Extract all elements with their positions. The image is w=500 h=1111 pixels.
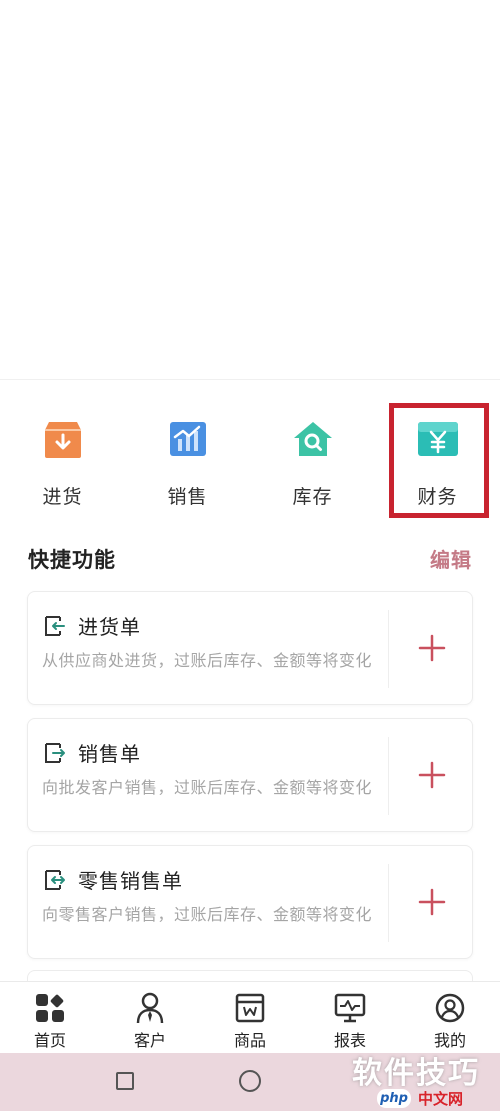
- tab-customer[interactable]: 客户: [100, 982, 200, 1054]
- goods-icon: [234, 992, 266, 1024]
- report-icon: [334, 992, 366, 1024]
- module-purchase-label: 进货: [42, 486, 83, 508]
- purchase-doc-icon: [44, 615, 66, 637]
- plus-icon: [418, 888, 446, 916]
- home-circle-icon[interactable]: [239, 1070, 261, 1092]
- tab-label: 商品: [233, 1031, 266, 1050]
- module-finance[interactable]: 财务: [375, 402, 500, 520]
- tab-report[interactable]: 报表: [300, 982, 400, 1054]
- card-divider: [388, 864, 389, 942]
- module-finance-label: 财务: [417, 486, 458, 508]
- inventory-house-icon: [292, 418, 334, 460]
- tab-home[interactable]: 首页: [0, 982, 100, 1054]
- card-title: 进货单: [78, 615, 141, 639]
- card-purchase-order[interactable]: 进货单 从供应商处进货，过账后库存、金额等将变化: [27, 591, 473, 705]
- customer-icon: [134, 992, 166, 1024]
- add-button[interactable]: [408, 624, 456, 672]
- tab-label: 首页: [33, 1031, 66, 1050]
- watermark-badge: php: [377, 1089, 411, 1108]
- module-inventory-label: 库存: [292, 486, 333, 508]
- top-blank-area: [0, 0, 500, 380]
- sales-doc-icon: [44, 742, 66, 764]
- card-retail-sales-order[interactable]: 零售销售单 向零售客户销售，过账后库存、金额等将变化: [27, 845, 473, 959]
- plus-icon: [418, 634, 446, 662]
- card-description: 向零售客户销售，过账后库存、金额等将变化: [42, 905, 373, 924]
- module-purchase[interactable]: 进货: [0, 402, 125, 520]
- sales-chart-icon: [167, 418, 209, 460]
- finance-wallet-icon: [417, 418, 459, 460]
- module-row: 进货 销售 库存 财务: [0, 402, 500, 522]
- tab-goods[interactable]: 商品: [200, 982, 300, 1054]
- card-sales-order[interactable]: 销售单 向批发客户销售，过账后库存、金额等将变化: [27, 718, 473, 832]
- card-divider: [388, 610, 389, 688]
- card-title: 零售销售单: [78, 869, 183, 893]
- tab-label: 客户: [133, 1031, 166, 1050]
- watermark-text: 软件技巧: [352, 1056, 480, 1091]
- module-sales[interactable]: 销售: [125, 402, 250, 520]
- card-divider: [388, 737, 389, 815]
- add-button[interactable]: [408, 751, 456, 799]
- plus-icon: [418, 761, 446, 789]
- card-description: 从供应商处进货，过账后库存、金额等将变化: [42, 651, 373, 670]
- quick-functions-title: 快捷功能: [28, 548, 116, 572]
- watermark-badge-text: php: [380, 1091, 408, 1106]
- tab-profile[interactable]: 我的: [400, 982, 500, 1054]
- module-inventory[interactable]: 库存: [250, 402, 375, 520]
- card-description: 向批发客户销售，过账后库存、金额等将变化: [42, 778, 373, 797]
- edit-button[interactable]: 编辑: [430, 544, 472, 573]
- profile-icon: [434, 992, 466, 1024]
- purchase-box-icon: [42, 418, 84, 460]
- add-button[interactable]: [408, 878, 456, 926]
- watermark-site: 中文网: [418, 1090, 464, 1108]
- home-grid-icon: [34, 992, 66, 1024]
- bottom-tab-bar: 首页 客户 商品 报表 我的: [0, 981, 500, 1053]
- module-sales-label: 销售: [167, 486, 208, 508]
- card-title: 销售单: [78, 742, 141, 766]
- retail-doc-icon: [44, 869, 66, 891]
- recent-apps-icon[interactable]: [116, 1072, 134, 1090]
